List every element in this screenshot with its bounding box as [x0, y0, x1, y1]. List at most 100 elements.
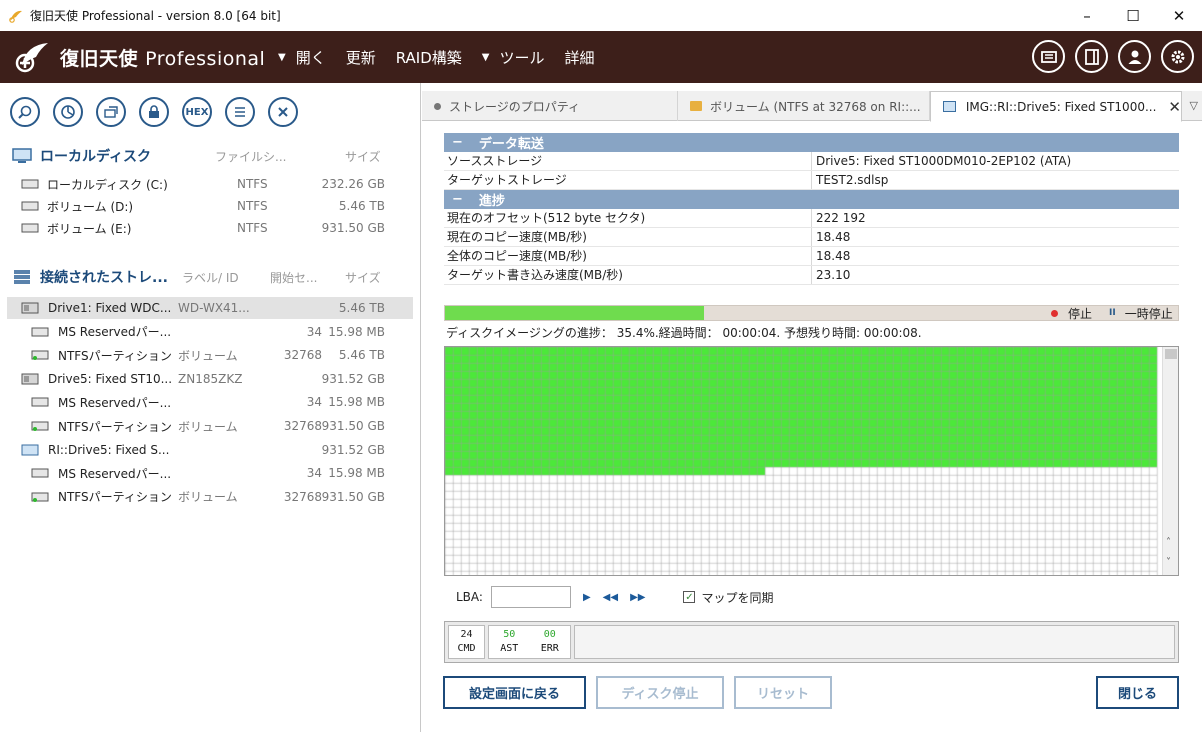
settings-gear-icon[interactable]	[1161, 40, 1194, 73]
back-to-settings-button[interactable]: 設定画面に戻る	[443, 676, 586, 709]
menu-tools-arrow-icon: ▼	[481, 51, 490, 63]
scroll-up-icon[interactable]: ˄	[1166, 537, 1171, 548]
partition-row[interactable]: NTFSパーティション ボリューム 32768 931.50 GB	[7, 486, 413, 508]
status-log	[574, 625, 1175, 659]
tab-storage-properties[interactable]: ストレージのプロパティ	[422, 91, 678, 121]
stop-control[interactable]: 停止	[1051, 306, 1092, 321]
storage-device-row[interactable]: Drive5: Fixed ST10... ZN185ZKZ 931.52 GB	[7, 368, 413, 390]
close-button[interactable]: 閉じる	[1096, 676, 1179, 709]
partition-row[interactable]: NTFSパーティション ボリューム 32768 931.50 GB	[7, 415, 413, 437]
hex-editor-icon[interactable]: HEX	[182, 97, 212, 127]
connected-title: 接続されたストレ...	[40, 270, 168, 286]
local-disk-row[interactable]: ローカルディスク (C:) NTFS 232.26 GB	[0, 173, 413, 195]
storage-start-sector: 32768	[283, 489, 322, 504]
disk-stop-button[interactable]: ディスク停止	[596, 676, 724, 709]
partition-row[interactable]: MS Reservedパー... 34 15.98 MB	[7, 391, 413, 413]
err-value: 00	[543, 629, 556, 640]
group-data-transfer[interactable]: − データ転送	[444, 133, 1179, 152]
progress-fill	[445, 306, 705, 320]
ntfs-partition-icon	[31, 491, 49, 503]
angel-logo-icon	[15, 43, 48, 73]
ast-value: 50	[503, 629, 516, 640]
menu-tools[interactable]: ▼ ツール	[482, 47, 545, 68]
menu-raid[interactable]: RAID構築	[396, 47, 462, 68]
storage-device-row[interactable]: RI::Drive5: Fixed S... 931.52 GB	[7, 439, 413, 461]
fast-forward-icon[interactable]: ▶▶	[630, 592, 645, 603]
partition-row[interactable]: MS Reservedパー... 34 15.98 MB	[7, 462, 413, 484]
cmd-counter: 24 CMD	[448, 625, 485, 659]
col-size-2[interactable]: サイズ	[345, 269, 381, 286]
image-copy-icon[interactable]	[96, 97, 126, 127]
property-value: 222 192	[816, 211, 866, 225]
left-toolbar: HEX	[10, 97, 311, 127]
local-disk-row[interactable]: ボリューム (D:) NTFS 5.46 TB	[0, 195, 413, 217]
collapse-icon[interactable]: −	[452, 135, 463, 150]
partition-row[interactable]: MS Reservedパー... 34 15.98 MB	[7, 321, 413, 343]
tab-list-icon[interactable]: ▽	[1190, 99, 1198, 112]
sector-map[interactable]: ˄ ˅	[444, 346, 1179, 576]
menu-details[interactable]: 詳細	[565, 47, 595, 68]
group-progress[interactable]: − 進捗	[444, 190, 1179, 209]
scan-pie-icon[interactable]	[53, 97, 83, 127]
rewind-icon[interactable]: ◀◀	[603, 592, 618, 603]
tab-imaging-label: IMG::RI::Drive5: Fixed ST1000...	[965, 99, 1157, 114]
property-value: 18.48	[816, 230, 851, 244]
tab-volume[interactable]: ボリューム (NTFS at 32768 on RI::...	[678, 91, 930, 121]
play-icon[interactable]: ▶	[583, 592, 591, 603]
collapse-icon[interactable]: −	[452, 192, 463, 207]
minimize-button[interactable]: –	[1064, 0, 1110, 31]
property-row[interactable]: ターゲット書き込み速度(MB/秒) 23.10	[444, 266, 1179, 285]
local-disk-fs: NTFS	[237, 221, 268, 235]
tab-imaging[interactable]: IMG::RI::Drive5: Fixed ST1000... ✕	[930, 91, 1182, 122]
storage-start-sector: 34	[306, 395, 322, 410]
storage-size: 15.98 MB	[328, 466, 385, 481]
col-filesystem[interactable]: ファイルシ...	[215, 148, 286, 165]
news-icon[interactable]	[1032, 40, 1065, 73]
menu-open[interactable]: ▼ 開く	[278, 47, 326, 68]
brand: 復旧天使 Professional	[14, 39, 265, 75]
lba-input[interactable]	[490, 586, 571, 608]
property-row[interactable]: ターゲットストレージ TEST2.sdlsp	[444, 171, 1179, 190]
lba-bar: LBA: ▶ ◀◀ ▶▶ ✓ マップを同期	[444, 583, 1179, 611]
status-counters: 24 CMD 50 AST 00 ERR	[444, 621, 1179, 663]
brand-name-jp: 復旧天使	[60, 47, 139, 70]
property-row[interactable]: 現在のオフセット(512 byte セクタ) 222 192	[444, 209, 1179, 228]
list-icon[interactable]	[225, 97, 255, 127]
user-icon[interactable]	[1118, 40, 1151, 73]
storage-size: 931.50 GB	[321, 419, 385, 433]
close-window-button[interactable]: ✕	[1156, 0, 1202, 31]
panel-toggle-icon[interactable]	[1075, 40, 1108, 73]
sector-map-canvas[interactable]	[445, 347, 1162, 575]
property-row[interactable]: 全体のコピー速度(MB/秒) 18.48	[444, 247, 1179, 266]
maximize-button[interactable]: ☐	[1110, 0, 1156, 31]
col-size[interactable]: サイズ	[345, 148, 381, 165]
pause-control[interactable]: II 一時停止	[1109, 306, 1173, 321]
property-value: 23.10	[816, 268, 851, 282]
lock-icon[interactable]	[139, 97, 169, 127]
col-label-id[interactable]: ラベル/ ID	[182, 269, 239, 286]
cmd-value: 24	[460, 629, 473, 640]
partition-icon	[21, 222, 39, 234]
property-row[interactable]: ソースストレージ Drive5: Fixed ST1000DM010-2EP102…	[444, 152, 1179, 171]
sync-map-checkbox[interactable]: ✓	[683, 591, 696, 603]
search-icon[interactable]	[10, 97, 40, 127]
scroll-thumb[interactable]	[1165, 349, 1177, 359]
ntfs-partition-icon	[31, 420, 49, 432]
tab-close-icon[interactable]: ✕	[1168, 98, 1181, 116]
local-disk-name: ボリューム (D:)	[47, 199, 134, 214]
scroll-down-icon[interactable]: ˅	[1166, 557, 1171, 568]
storage-device-row[interactable]: Drive1: Fixed WDC... WD-WX41... 5.46 TB	[7, 297, 413, 319]
menu-refresh[interactable]: 更新	[346, 47, 376, 68]
partition-row[interactable]: NTFSパーティション ボリューム 32768 5.46 TB	[7, 344, 413, 366]
col-start-sector[interactable]: 開始セ...	[270, 269, 317, 286]
local-disk-size: 232.26 GB	[321, 177, 385, 191]
local-disk-row[interactable]: ボリューム (E:) NTFS 931.50 GB	[0, 217, 413, 239]
property-key: ソースストレージ	[444, 152, 812, 170]
tab-volume-label: ボリューム (NTFS at 32768 on RI::...	[710, 99, 921, 114]
reset-button[interactable]: リセット	[734, 676, 832, 709]
map-scrollbar[interactable]: ˄ ˅	[1162, 347, 1178, 575]
storage-size: 931.52 GB	[321, 442, 385, 457]
property-row[interactable]: 現在のコピー速度(MB/秒) 18.48	[444, 228, 1179, 247]
progress-bar: 停止 II 一時停止	[444, 305, 1179, 321]
close-icon[interactable]	[268, 97, 298, 127]
